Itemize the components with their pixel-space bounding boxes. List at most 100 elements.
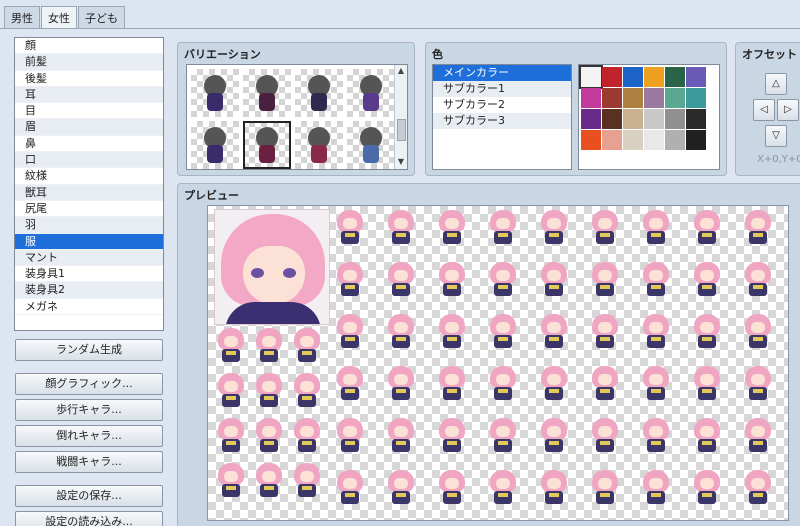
offset-up-button[interactable]: △ — [765, 73, 787, 95]
color-swatch[interactable] — [644, 109, 664, 129]
color-swatch[interactable] — [644, 130, 664, 150]
sprite-frame — [539, 210, 569, 246]
part-item[interactable]: メガネ — [15, 299, 163, 316]
color-target-item[interactable]: サブカラー3 — [433, 113, 571, 129]
load-settings-button[interactable]: 設定の読み込み... — [15, 511, 163, 526]
variation-option[interactable] — [347, 121, 395, 169]
part-item[interactable]: 紋様 — [15, 168, 163, 185]
color-swatch[interactable] — [602, 109, 622, 129]
color-swatch[interactable] — [686, 109, 706, 129]
part-item[interactable]: マント — [15, 249, 163, 267]
sprite-frame — [488, 262, 518, 298]
color-swatch[interactable] — [581, 130, 601, 150]
color-swatch[interactable] — [602, 88, 622, 108]
down-character-button[interactable]: 倒れキャラ... — [15, 425, 163, 447]
part-item[interactable]: 鼻 — [15, 136, 163, 153]
variation-option[interactable] — [347, 69, 395, 117]
battle-character-button[interactable]: 戦闘キャラ... — [15, 451, 163, 473]
color-swatch[interactable] — [665, 88, 685, 108]
color-swatch[interactable] — [602, 67, 622, 87]
sprite-frame — [386, 210, 416, 246]
variation-scrollbar[interactable]: ▲ ▼ — [394, 65, 407, 169]
sprite-frame — [539, 262, 569, 298]
color-palette[interactable] — [578, 64, 720, 170]
variation-grid[interactable] — [186, 64, 408, 170]
parts-list[interactable]: 顔前髪 後髪耳目眉鼻口紋様 獣耳 尻尾羽服マント 装身具1 装身具2 メガネ — [14, 37, 164, 331]
scroll-up-icon[interactable]: ▲ — [395, 65, 407, 77]
sprite-frame — [692, 210, 722, 246]
color-swatch[interactable] — [686, 88, 706, 108]
color-target-list[interactable]: メインカラー サブカラー1 サブカラー2 サブカラー3 — [432, 64, 572, 170]
sprite-frame — [488, 366, 518, 402]
sprite-frame — [216, 418, 246, 454]
color-swatch[interactable] — [579, 65, 603, 89]
sprite-frame — [539, 470, 569, 506]
tab-male[interactable]: 男性 — [4, 6, 40, 28]
color-swatch[interactable] — [602, 130, 622, 150]
variation-option[interactable] — [191, 121, 239, 169]
part-item[interactable]: 尻尾 — [15, 201, 163, 218]
color-swatch[interactable] — [623, 88, 643, 108]
part-item[interactable]: 耳 — [15, 86, 163, 104]
offset-down-button[interactable]: ▽ — [765, 125, 787, 147]
sprite-frame — [488, 470, 518, 506]
part-item[interactable]: 後髪 — [15, 71, 163, 87]
random-generate-button[interactable]: ランダム生成 — [15, 339, 163, 361]
part-item[interactable]: 装身具1 — [15, 266, 163, 283]
color-target-item[interactable]: サブカラー2 — [433, 97, 571, 113]
part-item[interactable]: 服 — [15, 233, 163, 250]
variation-option[interactable] — [243, 69, 291, 117]
sprite-frame — [386, 314, 416, 350]
part-item[interactable]: 顔 — [15, 38, 163, 55]
part-item[interactable]: 目 — [15, 103, 163, 120]
color-swatch[interactable] — [665, 130, 685, 150]
color-swatch[interactable] — [581, 88, 601, 108]
sprite-frame — [590, 470, 620, 506]
color-swatch[interactable] — [623, 109, 643, 129]
variation-option[interactable] — [191, 69, 239, 117]
offset-right-button[interactable]: ▷ — [777, 99, 799, 121]
walk-character-button[interactable]: 歩行キャラ... — [15, 399, 163, 421]
variation-option[interactable] — [243, 121, 291, 169]
part-item[interactable]: 獣耳 — [15, 184, 163, 201]
sprite-frame — [335, 210, 365, 246]
sprite-frame — [386, 366, 416, 402]
tab-female[interactable]: 女性 — [41, 6, 77, 29]
scroll-thumb[interactable] — [397, 119, 406, 141]
sprite-frame — [437, 314, 467, 350]
sprite-frame — [641, 262, 671, 298]
part-item[interactable]: 羽 — [15, 217, 163, 234]
color-swatch[interactable] — [644, 88, 664, 108]
part-item[interactable]: 前髪 — [15, 54, 163, 71]
part-item[interactable]: 装身具2 — [15, 282, 163, 299]
color-swatch[interactable] — [623, 67, 643, 87]
color-swatch[interactable] — [686, 130, 706, 150]
save-settings-button[interactable]: 設定の保存... — [15, 485, 163, 507]
sprite-frame — [743, 366, 773, 402]
sprite-frame — [692, 262, 722, 298]
color-swatch[interactable] — [581, 109, 601, 129]
offset-left-button[interactable]: ◁ — [753, 99, 775, 121]
color-swatch[interactable] — [644, 67, 664, 87]
color-swatch[interactable] — [686, 67, 706, 87]
sprite-frame — [743, 210, 773, 246]
color-swatch[interactable] — [623, 130, 643, 150]
scroll-down-icon[interactable]: ▼ — [395, 156, 407, 168]
part-item[interactable]: 口 — [15, 152, 163, 169]
color-target-item[interactable]: メインカラー — [433, 65, 571, 81]
tab-child[interactable]: 子ども — [78, 6, 125, 28]
part-item[interactable]: 眉 — [15, 119, 163, 136]
sprite-frame — [692, 418, 722, 454]
sprite-frame — [641, 470, 671, 506]
color-swatch[interactable] — [665, 67, 685, 87]
sprite-frame — [590, 366, 620, 402]
variation-option[interactable] — [295, 121, 343, 169]
face-graphic-button[interactable]: 顔グラフィック... — [15, 373, 163, 395]
sprite-frame — [254, 328, 284, 364]
sprite-frame — [641, 314, 671, 350]
color-title: 色 — [432, 48, 443, 61]
variation-option[interactable] — [295, 69, 343, 117]
color-target-item[interactable]: サブカラー1 — [433, 81, 571, 97]
offset-value: X+0,Y+0 — [757, 154, 800, 165]
color-swatch[interactable] — [665, 109, 685, 129]
